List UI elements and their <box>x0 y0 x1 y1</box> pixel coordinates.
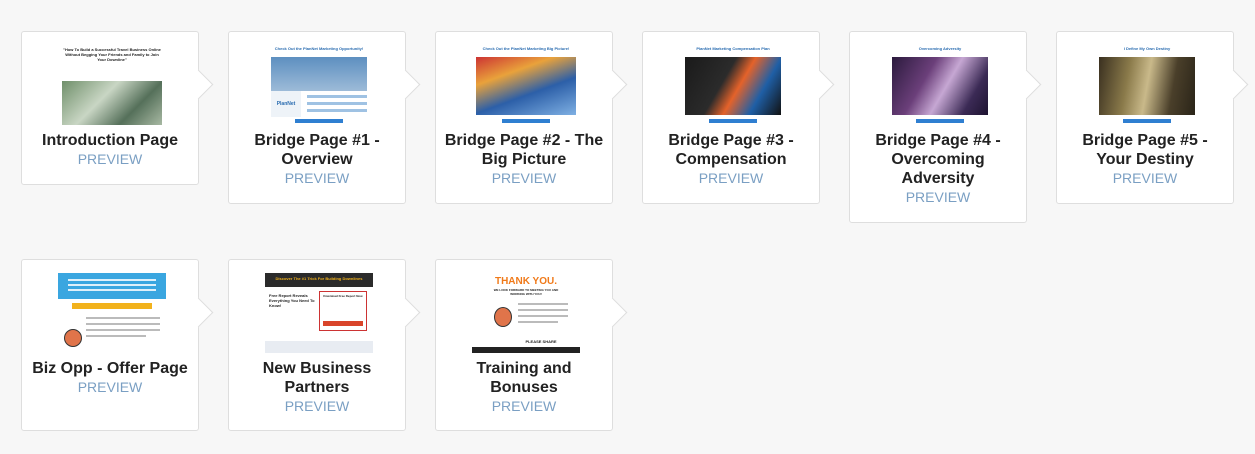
card-title: Bridge Page #3 - Compensation PREVIEW <box>649 131 813 187</box>
step-connector-arrow <box>1011 69 1042 100</box>
preview-link[interactable]: PREVIEW <box>442 170 606 187</box>
card-title: Bridge Page #1 - Overview PREVIEW <box>235 131 399 187</box>
step-connector-arrow <box>597 297 628 328</box>
step-connector-arrow <box>183 69 214 100</box>
card-title-text: New Business Partners <box>262 360 372 396</box>
step-connector-arrow <box>804 69 835 100</box>
card-title-text: Training and Bonuses <box>476 360 572 396</box>
thumbnail-cta-button <box>72 303 152 309</box>
page-thumbnail[interactable]: Overcoming Adversity <box>886 45 994 125</box>
funnel-step-card[interactable]: I Define My Own Destiny Bridge Page #5 -… <box>1056 31 1249 204</box>
funnel-step-card[interactable]: Overcoming Adversity Bridge Page #4 - Ov… <box>849 31 1042 223</box>
card-title: Bridge Page #4 - Overcoming Adversity PR… <box>856 131 1020 206</box>
page-thumbnail[interactable]: THANK YOU. WE LOOK FORWARD TO MEETING YO… <box>472 273 580 353</box>
card-title-text: Bridge Page #5 - Your Destiny <box>1082 132 1208 168</box>
thumbnail-cta-button <box>323 321 363 326</box>
thumbnail-avatar <box>494 307 512 327</box>
step-connector-arrow <box>1218 69 1249 100</box>
step-connector-arrow <box>390 297 421 328</box>
card-title: New Business Partners PREVIEW <box>235 359 399 415</box>
card-title-text: Bridge Page #3 - Compensation <box>668 132 794 168</box>
funnel-step-card[interactable]: Check Out the PlanNet Marketing Opportun… <box>228 31 421 204</box>
thumbnail-image <box>892 57 988 115</box>
thumbnail-image <box>1099 57 1195 115</box>
thumbnail-cta-button <box>916 119 964 123</box>
thumbnail-cta-button <box>1123 119 1171 123</box>
thumbnail-image <box>271 57 367 91</box>
page-thumbnail[interactable] <box>58 273 166 353</box>
page-thumbnail[interactable]: Check Out the PlanNet Marketing Opportun… <box>265 45 373 125</box>
thumbnail-cta-button <box>502 119 550 123</box>
preview-link[interactable]: PREVIEW <box>649 170 813 187</box>
card-title: Introduction Page PREVIEW <box>28 131 192 168</box>
funnel-step-card[interactable]: PlanNet Marketing Compensation Plan Brid… <box>642 31 835 204</box>
preview-link[interactable]: PREVIEW <box>28 379 192 396</box>
brand-logo: PlanNet <box>276 101 296 107</box>
card-title-text: Bridge Page #1 - Overview <box>254 132 380 168</box>
page-thumbnail[interactable]: Check Out the PlanNet Marketing Big Pict… <box>472 45 580 125</box>
funnel-step-card[interactable]: Discover The #1 Trick For Building Downl… <box>228 259 421 431</box>
card-title: Training and Bonuses PREVIEW <box>442 359 606 415</box>
step-connector-arrow <box>597 69 628 100</box>
page-thumbnail[interactable]: PlanNet Marketing Compensation Plan <box>679 45 787 125</box>
page-thumbnail[interactable]: "How To Build a Successful Travel Busine… <box>58 45 166 125</box>
thumbnail-avatar <box>64 329 82 347</box>
card-title-text: Biz Opp - Offer Page <box>32 360 188 377</box>
card-title: Bridge Page #2 - The Big Picture PREVIEW <box>442 131 606 187</box>
funnel-step-card[interactable]: Biz Opp - Offer Page PREVIEW <box>21 259 214 431</box>
thumbnail-image <box>476 57 576 115</box>
preview-link[interactable]: PREVIEW <box>1063 170 1227 187</box>
funnel-step-card[interactable]: THANK YOU. WE LOOK FORWARD TO MEETING YO… <box>435 259 628 431</box>
thumbnail-image <box>685 57 781 115</box>
thumbnail-image <box>62 81 162 125</box>
funnel-step-card[interactable]: "How To Build a Successful Travel Busine… <box>21 31 214 185</box>
thumbnail-cta-button <box>295 119 343 123</box>
preview-link[interactable]: PREVIEW <box>235 170 399 187</box>
page-thumbnail[interactable]: I Define My Own Destiny <box>1093 45 1201 125</box>
card-title-text: Bridge Page #4 - Overcoming Adversity <box>875 132 1001 187</box>
step-connector-arrow <box>390 69 421 100</box>
page-thumbnail[interactable]: Discover The #1 Trick For Building Downl… <box>265 273 373 353</box>
card-title: Bridge Page #5 - Your Destiny PREVIEW <box>1063 131 1227 187</box>
thumbnail-header <box>58 273 166 299</box>
step-connector-arrow <box>183 297 214 328</box>
preview-link[interactable]: PREVIEW <box>28 151 192 168</box>
card-title-text: Introduction Page <box>42 132 178 149</box>
preview-link[interactable]: PREVIEW <box>856 189 1020 206</box>
funnel-step-card[interactable]: Check Out the PlanNet Marketing Big Pict… <box>435 31 628 204</box>
preview-link[interactable]: PREVIEW <box>442 398 606 415</box>
preview-link[interactable]: PREVIEW <box>235 398 399 415</box>
card-title-text: Bridge Page #2 - The Big Picture <box>444 132 604 168</box>
thumbnail-cta-button <box>709 119 757 123</box>
card-title: Biz Opp - Offer Page PREVIEW <box>28 359 192 396</box>
